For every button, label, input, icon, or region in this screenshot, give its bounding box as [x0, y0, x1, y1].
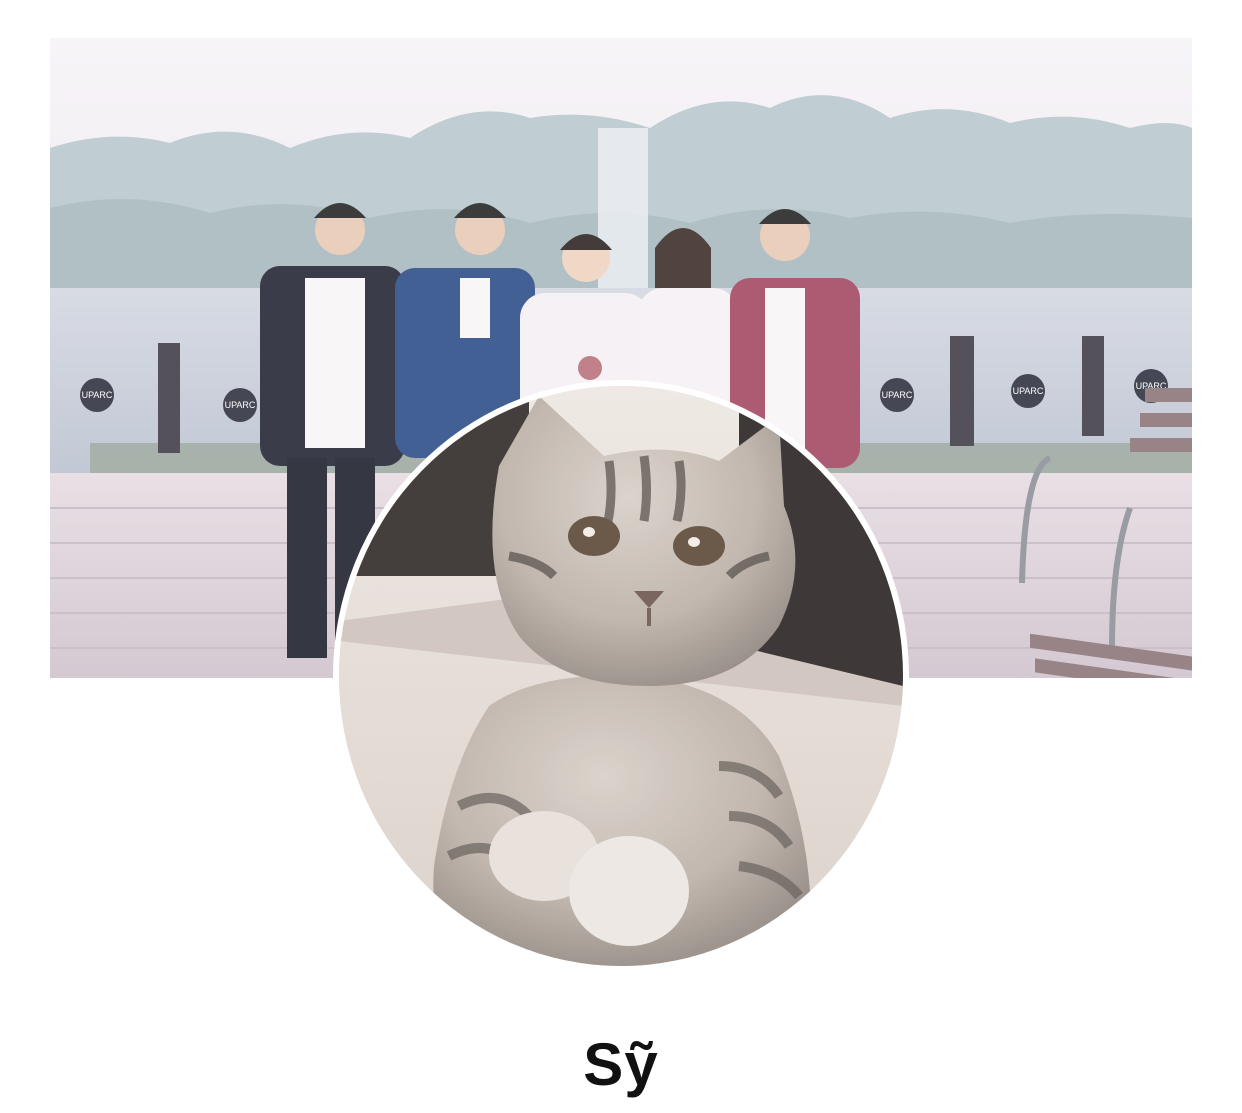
profile-name: Sỹ	[583, 1031, 659, 1098]
avatar-photo	[339, 386, 903, 966]
profile-avatar[interactable]	[333, 380, 909, 972]
cat-photo-image	[339, 386, 903, 966]
